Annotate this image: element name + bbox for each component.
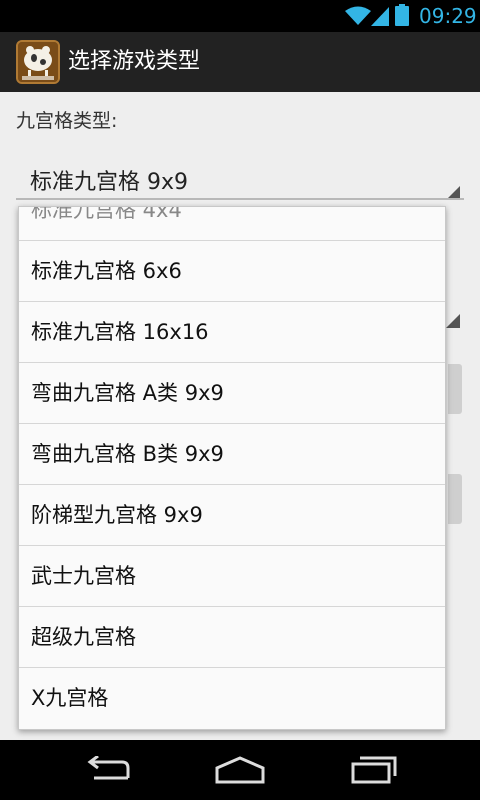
- dropdown-item[interactable]: X九宫格: [19, 668, 445, 729]
- dropdown-item[interactable]: 弯曲九宫格 B类 9x9: [19, 424, 445, 485]
- dropdown-item[interactable]: 超级九宫格: [19, 607, 445, 668]
- dropdown-item-label: 阶梯型九宫格 9x9: [31, 503, 203, 527]
- dropdown-item[interactable]: 标准九宫格 6x6: [19, 241, 445, 302]
- home-icon[interactable]: [214, 756, 266, 784]
- status-bar: 09:29: [0, 0, 480, 32]
- dropdown-item-label: 标准九宫格 4x4: [31, 206, 182, 222]
- spinner-underline: [16, 198, 464, 200]
- dropdown-item-label: X九宫格: [31, 686, 109, 710]
- spinner-selected-value: 标准九宫格 9x9: [30, 170, 189, 195]
- dropdown-item-label: 标准九宫格 6x6: [31, 259, 182, 283]
- signal-icon: [371, 7, 389, 26]
- wifi-icon: [345, 6, 371, 25]
- background-button: [448, 474, 462, 524]
- type-spinner[interactable]: 标准九宫格 9x9: [16, 152, 464, 200]
- dropdown-item[interactable]: 标准九宫格 4x4: [19, 206, 445, 241]
- status-time: 09:29: [419, 4, 477, 28]
- battery-icon: [395, 4, 409, 26]
- type-dropdown-list[interactable]: 标准九宫格 4x4 标准九宫格 6x6 标准九宫格 16x16 弯曲九宫格 A类…: [18, 206, 446, 730]
- dropdown-item[interactable]: 标准九宫格 16x16: [19, 302, 445, 363]
- sudoku-cow-icon[interactable]: [16, 40, 60, 84]
- dropdown-item[interactable]: 弯曲九宫格 A类 9x9: [19, 363, 445, 424]
- type-label: 九宫格类型:: [16, 110, 118, 132]
- dropdown-item-label: 超级九宫格: [31, 625, 136, 649]
- spinner-arrow-icon: [446, 314, 460, 328]
- dropdown-item[interactable]: 阶梯型九宫格 9x9: [19, 485, 445, 546]
- dropdown-item[interactable]: 武士九宫格: [19, 546, 445, 607]
- page-title: 选择游戏类型: [68, 49, 201, 74]
- background-button: [448, 364, 462, 414]
- dropdown-item-label: 武士九宫格: [31, 564, 136, 588]
- back-icon[interactable]: [84, 756, 132, 784]
- recent-apps-icon[interactable]: [350, 754, 398, 784]
- dropdown-item-label: 弯曲九宫格 A类 9x9: [31, 381, 224, 405]
- dropdown-item-label: 弯曲九宫格 B类 9x9: [31, 442, 224, 466]
- navigation-bar: [0, 740, 480, 800]
- title-bar: 选择游戏类型: [0, 32, 480, 92]
- dropdown-item-label: 标准九宫格 16x16: [31, 320, 209, 344]
